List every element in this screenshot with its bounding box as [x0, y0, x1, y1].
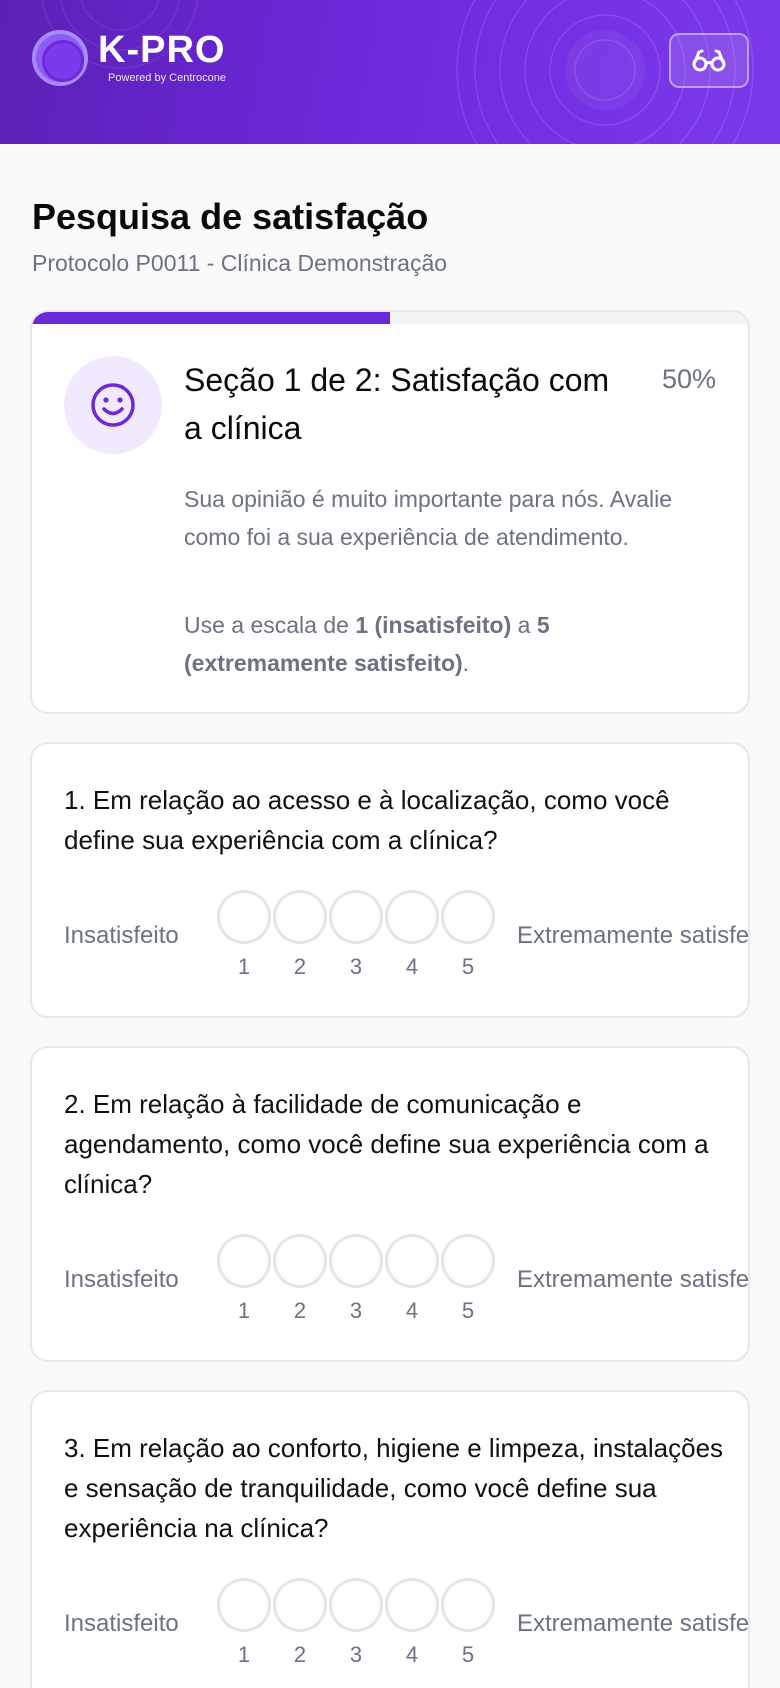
section-scale-instructions: Use a escala de 1 (insatisfeito) a 5 (ex…: [184, 606, 684, 682]
rating-value: 4: [405, 954, 419, 979]
accessibility-button[interactable]: [669, 33, 749, 88]
scale-max-text: Extremamente satisfeito: [517, 922, 750, 949]
radio-button[interactable]: [441, 1234, 495, 1288]
rating-option[interactable]: 1: [216, 1578, 272, 1668]
logo-mark-icon: [32, 30, 88, 86]
rating-value: 4: [405, 1642, 419, 1667]
radio-button[interactable]: [217, 1234, 271, 1288]
question-card: 2. Em relação à facilidade de comunicaçã…: [30, 1046, 750, 1362]
rating-options: 1 2 3 4 5: [216, 890, 496, 980]
rating-option[interactable]: 2: [272, 1234, 328, 1324]
radio-button[interactable]: [441, 890, 495, 944]
radio-button[interactable]: [441, 1578, 495, 1632]
rating-value: 3: [349, 1298, 363, 1323]
radio-button[interactable]: [329, 890, 383, 944]
rating-value: 1: [237, 954, 251, 979]
rating-value: 5: [461, 1642, 475, 1667]
scale-min-text: Insatisfeito: [64, 1266, 179, 1293]
rating-value: 1: [237, 1298, 251, 1323]
section-card: Seção 1 de 2: Satisfação com a clínica 5…: [30, 310, 750, 714]
rating-option[interactable]: 4: [384, 1234, 440, 1324]
progress-bar: [32, 312, 748, 324]
app-header: K-PRO Powered by Centrocone: [0, 0, 780, 144]
radio-button[interactable]: [329, 1234, 383, 1288]
progress-bar-fill: [32, 312, 390, 324]
question-text: 1. Em relação ao acesso e à localização,…: [64, 785, 670, 855]
radio-button[interactable]: [217, 1578, 271, 1632]
rating-option[interactable]: 3: [328, 1578, 384, 1668]
rating-option[interactable]: 2: [272, 1578, 328, 1668]
radio-button[interactable]: [385, 1578, 439, 1632]
rating-scale: Insatisfeito 1 2 3 4 5 Extremamente sati…: [64, 1578, 750, 1678]
rating-value: 3: [349, 954, 363, 979]
scale-prefix: Use a escala de: [184, 612, 356, 638]
scale-suffix: .: [462, 650, 470, 676]
question-text: 3. Em relação ao conforto, higiene e lim…: [64, 1433, 724, 1543]
section-description: Sua opinião é muito importante para nós.…: [184, 486, 672, 550]
radio-button[interactable]: [273, 1234, 327, 1288]
page-subtitle: Protocolo P0011 - Clínica Demonstração: [32, 250, 448, 276]
radio-button[interactable]: [273, 1578, 327, 1632]
rating-option[interactable]: 5: [440, 1578, 496, 1668]
question-card: 3. Em relação ao conforto, higiene e lim…: [30, 1390, 750, 1688]
rating-option[interactable]: 1: [216, 890, 272, 980]
rating-option[interactable]: 3: [328, 890, 384, 980]
section-title: Seção 1 de 2: Satisfação com a clínica: [184, 362, 610, 446]
rating-value: 5: [461, 1298, 475, 1323]
scale-max-text: Extremamente satisfeito: [517, 1266, 750, 1293]
scale-max-text: Extremamente satisfeito: [517, 1610, 750, 1637]
glasses-icon: [692, 49, 726, 71]
rating-option[interactable]: 4: [384, 1578, 440, 1668]
rating-option[interactable]: 2: [272, 890, 328, 980]
rating-option[interactable]: 1: [216, 1234, 272, 1324]
rating-option[interactable]: 3: [328, 1234, 384, 1324]
radio-button[interactable]: [385, 1234, 439, 1288]
radio-button[interactable]: [273, 890, 327, 944]
section-icon-badge: [64, 356, 162, 454]
rating-value: 1: [237, 1642, 251, 1667]
rating-value: 5: [461, 954, 475, 979]
rating-value: 4: [405, 1298, 419, 1323]
rating-value: 3: [349, 1642, 363, 1667]
radio-button[interactable]: [329, 1578, 383, 1632]
rating-options: 1 2 3 4 5: [216, 1234, 496, 1324]
rating-scale: Insatisfeito 1 2 3 4 5 Extremamente sati…: [64, 890, 750, 990]
rating-value: 2: [293, 1642, 307, 1667]
question-text: 2. Em relação à facilidade de comunicaçã…: [64, 1089, 709, 1199]
brand-logo[interactable]: K-PRO Powered by Centrocone: [32, 30, 226, 86]
page-title: Pesquisa de satisfação: [32, 196, 429, 237]
rating-option[interactable]: 5: [440, 890, 496, 980]
progress-percent: 50%: [661, 364, 716, 394]
rating-option[interactable]: 5: [440, 1234, 496, 1324]
radio-button[interactable]: [385, 890, 439, 944]
scale-min-text: Insatisfeito: [64, 1610, 179, 1637]
rating-value: 2: [293, 954, 307, 979]
rating-options: 1 2 3 4 5: [216, 1578, 496, 1668]
scale-mid: a: [511, 612, 537, 638]
smile-icon: [91, 383, 135, 427]
logo-subtitle: Powered by Centrocone: [108, 72, 227, 84]
question-card: 1. Em relação ao acesso e à localização,…: [30, 742, 750, 1018]
rating-option[interactable]: 4: [384, 890, 440, 980]
logo-title: K-PRO: [98, 29, 226, 71]
rating-scale: Insatisfeito 1 2 3 4 5 Extremamente sati…: [64, 1234, 750, 1334]
scale-min-label: 1 (insatisfeito): [355, 612, 512, 638]
radio-button[interactable]: [217, 890, 271, 944]
scale-min-text: Insatisfeito: [64, 922, 179, 949]
rating-value: 2: [293, 1298, 307, 1323]
